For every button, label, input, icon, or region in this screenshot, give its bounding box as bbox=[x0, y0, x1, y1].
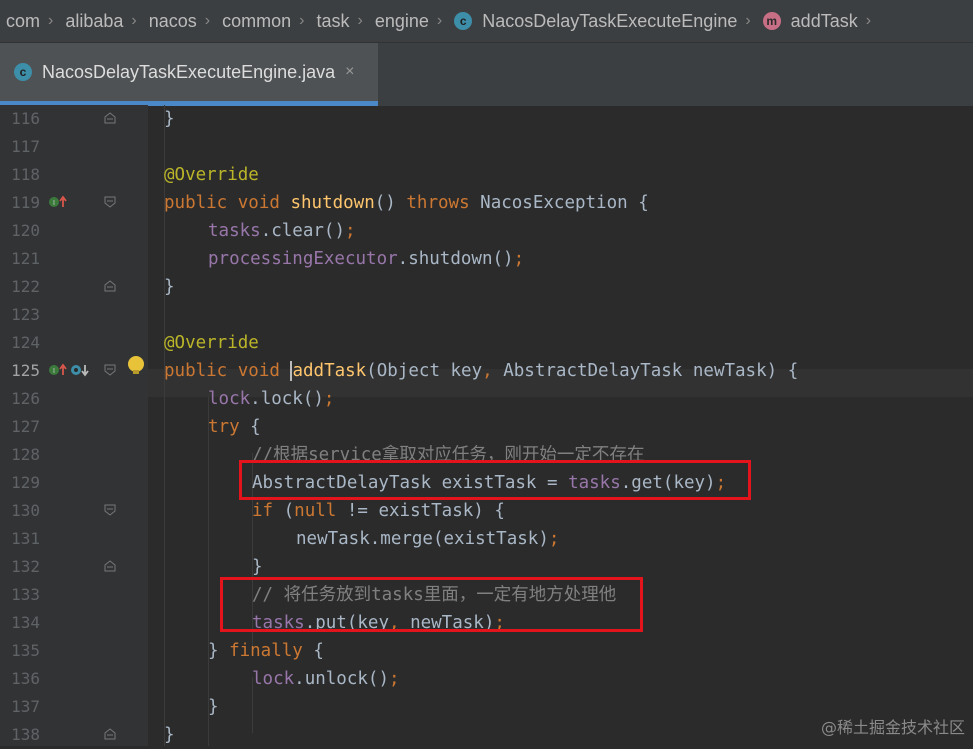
breadcrumb-item-class[interactable]: c NacosDelayTaskExecuteEngine › bbox=[454, 11, 762, 32]
code-line-121: processingExecutor.shutdown(); bbox=[208, 249, 525, 269]
watermark: @稀土掘金技术社区 bbox=[820, 718, 965, 737]
line-number[interactable]: 138 bbox=[0, 725, 40, 744]
line-number[interactable]: 136 bbox=[0, 669, 40, 688]
line-number[interactable]: 132 bbox=[0, 557, 40, 576]
fold-marker-icon[interactable] bbox=[104, 504, 116, 516]
line-number[interactable]: 117 bbox=[0, 137, 40, 156]
lightbulb-icon[interactable] bbox=[128, 356, 144, 374]
code-line-127: try { bbox=[208, 417, 261, 437]
line-number[interactable]: 133 bbox=[0, 585, 40, 604]
tab-label: NacosDelayTaskExecuteEngine.java bbox=[42, 61, 336, 82]
line-number[interactable]: 119 bbox=[0, 193, 40, 212]
line-number[interactable]: 124 bbox=[0, 333, 40, 352]
code-line-122: } bbox=[164, 277, 175, 297]
breadcrumb-item-engine[interactable]: engine › bbox=[375, 11, 454, 32]
line-number[interactable]: 134 bbox=[0, 613, 40, 632]
line-number[interactable]: 127 bbox=[0, 417, 40, 436]
line-number[interactable]: 129 bbox=[0, 473, 40, 492]
fold-marker-icon[interactable] bbox=[104, 560, 116, 572]
overridden-method-icon[interactable] bbox=[70, 361, 92, 384]
chevron-right-icon: › bbox=[745, 12, 751, 29]
breadcrumb: com › alibaba › nacos › common › task › engin… bbox=[0, 0, 973, 42]
svg-text:I: I bbox=[53, 368, 55, 375]
code-line-137: } bbox=[208, 697, 219, 717]
chevron-right-icon: › bbox=[436, 12, 443, 29]
breadcrumb-item-common[interactable]: common › bbox=[222, 11, 316, 32]
fold-marker-icon[interactable] bbox=[104, 280, 116, 292]
code-editor[interactable]: } @Override public void shutdown() throw… bbox=[148, 105, 973, 746]
fold-marker-icon[interactable] bbox=[104, 112, 116, 124]
breadcrumb-item-com[interactable]: com › bbox=[0, 11, 65, 32]
line-number[interactable]: 125 bbox=[0, 361, 40, 380]
code-line-124: @Override bbox=[164, 333, 259, 353]
breadcrumb-item-method[interactable]: m addTask › bbox=[762, 11, 883, 32]
line-number[interactable]: 121 bbox=[0, 249, 40, 268]
code-line-126: lock.lock(); bbox=[208, 389, 335, 409]
chevron-right-icon: › bbox=[299, 12, 305, 29]
line-number[interactable]: 116 bbox=[0, 109, 40, 128]
fold-marker-icon[interactable] bbox=[104, 728, 116, 740]
svg-text:I: I bbox=[53, 200, 55, 207]
line-number[interactable]: 128 bbox=[0, 445, 40, 464]
breadcrumb-item-nacos[interactable]: nacos › bbox=[149, 11, 222, 32]
chevron-right-icon: › bbox=[131, 12, 137, 29]
chevron-right-icon: › bbox=[357, 12, 363, 29]
line-number[interactable]: 123 bbox=[0, 305, 40, 324]
line-number[interactable]: 135 bbox=[0, 641, 40, 660]
code-line-119: public void shutdown() throws NacosExcep… bbox=[164, 193, 649, 213]
code-line-136: lock.unlock(); bbox=[252, 669, 400, 689]
chevron-right-icon: › bbox=[865, 12, 872, 29]
line-number[interactable]: 130 bbox=[0, 501, 40, 520]
override-method-icon[interactable]: I bbox=[48, 361, 70, 384]
line-number[interactable]: 118 bbox=[0, 165, 40, 184]
breadcrumb-item-task[interactable]: task › bbox=[316, 11, 374, 32]
code-line-116: } bbox=[164, 109, 175, 129]
highlight-box-get-task bbox=[239, 460, 751, 500]
code-line-131: newTask.merge(existTask); bbox=[296, 529, 560, 549]
line-number[interactable]: 120 bbox=[0, 221, 40, 240]
line-number[interactable]: 126 bbox=[0, 389, 40, 408]
code-line-125: public void addTask(Object key, Abstract… bbox=[164, 361, 799, 381]
line-number[interactable]: 131 bbox=[0, 529, 40, 548]
close-icon[interactable]: × bbox=[345, 63, 354, 81]
code-line-120: tasks.clear(); bbox=[208, 221, 356, 241]
method-m-icon: m bbox=[762, 12, 781, 30]
chevron-right-icon: › bbox=[48, 12, 54, 29]
breadcrumb-item-alibaba[interactable]: alibaba › bbox=[65, 11, 148, 32]
code-line-118: @Override bbox=[164, 165, 259, 185]
class-c-icon: c bbox=[14, 63, 32, 81]
line-number[interactable]: 122 bbox=[0, 277, 40, 296]
line-number[interactable]: 137 bbox=[0, 697, 40, 716]
fold-marker-icon[interactable] bbox=[104, 196, 116, 208]
fold-marker-icon[interactable] bbox=[104, 364, 116, 376]
code-line-135: } finally { bbox=[208, 641, 324, 661]
class-c-icon: c bbox=[454, 12, 473, 30]
highlight-box-put-task bbox=[220, 577, 643, 632]
code-line-130: if (null != existTask) { bbox=[252, 501, 505, 521]
editor-tab-bar: c NacosDelayTaskExecuteEngine.java × bbox=[0, 42, 973, 106]
chevron-right-icon: › bbox=[204, 12, 211, 29]
override-method-icon[interactable]: I bbox=[48, 193, 70, 216]
editor-tab-active[interactable]: c NacosDelayTaskExecuteEngine.java × bbox=[0, 43, 378, 101]
code-line-138: } bbox=[164, 725, 175, 745]
